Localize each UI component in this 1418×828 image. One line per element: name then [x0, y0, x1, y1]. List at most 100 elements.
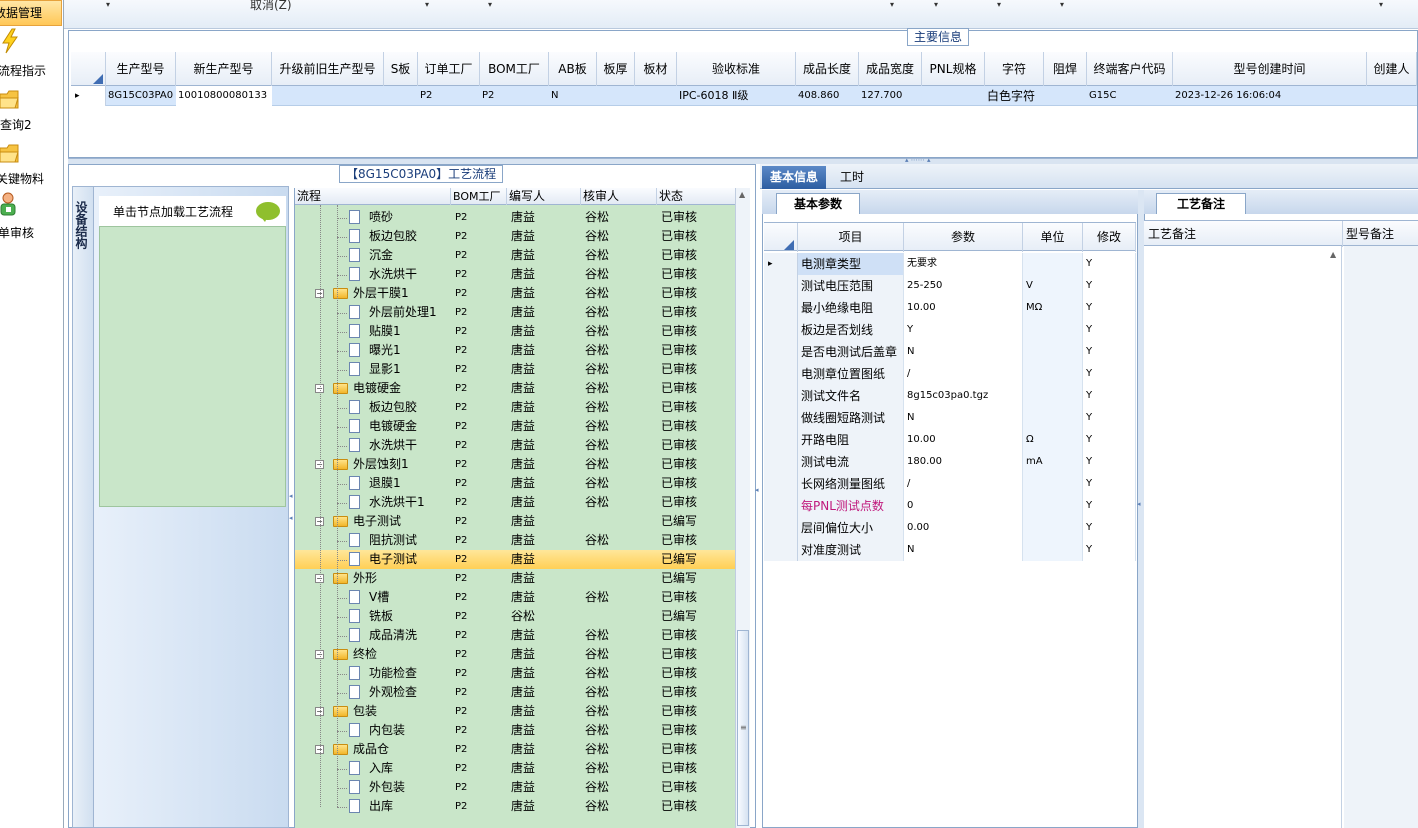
load-process-node[interactable]: 单击节点加载工艺流程 — [99, 196, 286, 227]
cell-material[interactable] — [635, 86, 677, 106]
col-header[interactable]: 新生产型号 — [176, 52, 272, 86]
col-header[interactable]: 字符 — [985, 52, 1044, 86]
vertical-tab-equipment[interactable]: 设备结构 — [72, 186, 94, 828]
param-unit[interactable] — [1023, 495, 1083, 517]
param-edit[interactable]: Y — [1083, 341, 1136, 363]
param-row[interactable]: 长网络测量图纸 / Y — [764, 473, 1136, 495]
flow-row[interactable]: 板边包胶 P2 唐益 谷松 已审核 — [295, 398, 736, 417]
cell-length[interactable]: 408.860 — [796, 86, 859, 106]
cell-ab-board[interactable]: N — [549, 86, 597, 106]
flow-row[interactable]: 电镀硬金 P2 唐益 谷松 已审核 — [295, 417, 736, 436]
flow-row[interactable]: − 终检 P2 唐益 谷松 已审核 — [295, 645, 736, 664]
col-header[interactable]: 编写人 — [507, 188, 581, 205]
col-header[interactable]: BOM工厂 — [480, 52, 549, 86]
cell-old-model[interactable] — [272, 86, 384, 106]
process-remark-text[interactable]: ▲ — [1144, 246, 1342, 828]
param-edit[interactable]: Y — [1083, 451, 1136, 473]
param-edit[interactable]: Y — [1083, 517, 1136, 539]
tab-process-remark[interactable]: 工艺备注 — [1156, 193, 1246, 214]
dropdown-arrow-icon[interactable]: ▾ — [1060, 0, 1064, 9]
param-edit[interactable]: Y — [1083, 363, 1136, 385]
param-value[interactable]: 0 — [904, 495, 1023, 517]
param-unit[interactable] — [1023, 253, 1083, 275]
col-header[interactable]: 项目 — [798, 223, 904, 252]
cell-s-board[interactable] — [384, 86, 418, 106]
param-unit[interactable] — [1023, 517, 1083, 539]
flow-row[interactable]: 水洗烘干1 P2 唐益 谷松 已审核 — [295, 493, 736, 512]
col-header[interactable]: 验收标准 — [677, 52, 796, 86]
flow-row[interactable]: 入库 P2 唐益 谷松 已审核 — [295, 759, 736, 778]
param-row[interactable]: 做线圈短路测试 N Y — [764, 407, 1136, 429]
cell-standard[interactable]: IPC-6018 Ⅱ级 — [677, 86, 796, 106]
param-row[interactable]: 测试电压范围 25-250 V Y — [764, 275, 1136, 297]
splitter-arrow-icon[interactable]: ◂ — [755, 486, 759, 494]
col-header[interactable]: 升级前旧生产型号 — [272, 52, 384, 86]
param-row[interactable]: 测试电流 180.00 mA Y — [764, 451, 1136, 473]
param-row[interactable]: 层间偏位大小 0.00 Y — [764, 517, 1136, 539]
param-row[interactable]: 测试文件名 8g15c03pa0.tgz Y — [764, 385, 1136, 407]
nav-item-key-material[interactable]: 关键物料 — [0, 140, 64, 192]
flow-row[interactable]: 内包装 P2 唐益 谷松 已审核 — [295, 721, 736, 740]
param-value[interactable]: N — [904, 341, 1023, 363]
param-value[interactable]: 10.00 — [904, 429, 1023, 451]
param-edit[interactable]: Y — [1083, 407, 1136, 429]
cell-width[interactable]: 127.700 — [859, 86, 922, 106]
flow-row[interactable]: − 外层干膜1 P2 唐益 谷松 已审核 — [295, 284, 736, 303]
param-value[interactable]: 8g15c03pa0.tgz — [904, 385, 1023, 407]
flow-row[interactable]: 显影1 P2 唐益 谷松 已审核 — [295, 360, 736, 379]
param-unit[interactable] — [1023, 341, 1083, 363]
scroll-up-icon[interactable]: ▲ — [1330, 250, 1336, 259]
param-row[interactable]: 电测章位置图纸 / Y — [764, 363, 1136, 385]
col-header[interactable]: 阻焊 — [1044, 52, 1087, 86]
param-edit[interactable]: Y — [1083, 429, 1136, 451]
nav-item-review[interactable]: 单审核 — [0, 192, 64, 244]
flow-row[interactable]: 贴膜1 P2 唐益 谷松 已审核 — [295, 322, 736, 341]
param-value[interactable]: / — [904, 473, 1023, 495]
cell-pnl[interactable] — [922, 86, 985, 106]
dropdown-arrow-icon[interactable]: ▾ — [1379, 0, 1383, 9]
param-row[interactable]: 每PNL测试点数 0 Y — [764, 495, 1136, 517]
cell-bom-factory[interactable]: P2 — [480, 86, 549, 106]
col-header[interactable]: 型号创建时间 — [1173, 52, 1367, 86]
flow-row[interactable]: − 外形 P2 唐益 已编写 — [295, 569, 736, 588]
nav-item-flow-guide[interactable]: 流程指示 — [0, 28, 64, 80]
cell-order-factory[interactable]: P2 — [418, 86, 480, 106]
param-value[interactable]: N — [904, 539, 1023, 561]
scroll-thumb[interactable]: ≡ — [737, 630, 749, 826]
param-row[interactable]: 最小绝缘电阻 10.00 MΩ Y — [764, 297, 1136, 319]
param-unit[interactable] — [1023, 363, 1083, 385]
flow-row[interactable]: 外层前处理1 P2 唐益 谷松 已审核 — [295, 303, 736, 322]
param-edit[interactable]: Y — [1083, 385, 1136, 407]
param-unit[interactable] — [1023, 539, 1083, 561]
col-header[interactable]: 成品宽度 — [859, 52, 922, 86]
param-edit[interactable]: Y — [1083, 495, 1136, 517]
param-value[interactable]: 0.00 — [904, 517, 1023, 539]
flow-row[interactable]: 功能检查 P2 唐益 谷松 已审核 — [295, 664, 736, 683]
col-header[interactable]: PNL规格 — [922, 52, 985, 86]
param-value[interactable]: 25-250 — [904, 275, 1023, 297]
param-edit[interactable]: Y — [1083, 275, 1136, 297]
col-header[interactable]: 核审人 — [581, 188, 657, 205]
nav-item-query2[interactable]: 查询2 — [0, 86, 64, 138]
col-header[interactable]: 订单工厂 — [418, 52, 480, 86]
scroll-up-icon[interactable]: ▲ — [739, 190, 745, 199]
col-header[interactable]: S板 — [384, 52, 418, 86]
param-value[interactable]: 180.00 — [904, 451, 1023, 473]
flow-row[interactable]: 水洗烘干 P2 唐益 谷松 已审核 — [295, 265, 736, 284]
cell-char[interactable]: 白色字符 — [985, 86, 1044, 106]
flow-row[interactable]: 电子测试 P2 唐益 已编写 — [295, 550, 736, 569]
col-header[interactable]: 成品长度 — [796, 52, 859, 86]
flow-row[interactable]: − 电镀硬金 P2 唐益 谷松 已审核 — [295, 379, 736, 398]
param-unit[interactable]: MΩ — [1023, 297, 1083, 319]
col-header[interactable]: 生产型号 — [106, 52, 176, 86]
splitter-arrow-icon[interactable]: ◂ — [289, 492, 293, 500]
col-header[interactable]: 终端客户代码 — [1087, 52, 1173, 86]
tab-work-hours[interactable]: 工时 — [832, 166, 872, 189]
col-header[interactable]: 板材 — [635, 52, 677, 86]
param-row[interactable]: ▸ 电测章类型 无要求 Y — [764, 253, 1136, 275]
col-header[interactable]: 参数 — [904, 223, 1023, 252]
param-unit[interactable]: mA — [1023, 451, 1083, 473]
dropdown-arrow-icon[interactable]: ▾ — [890, 0, 894, 9]
param-edit[interactable]: Y — [1083, 319, 1136, 341]
flow-row[interactable]: − 成品仓 P2 唐益 谷松 已审核 — [295, 740, 736, 759]
